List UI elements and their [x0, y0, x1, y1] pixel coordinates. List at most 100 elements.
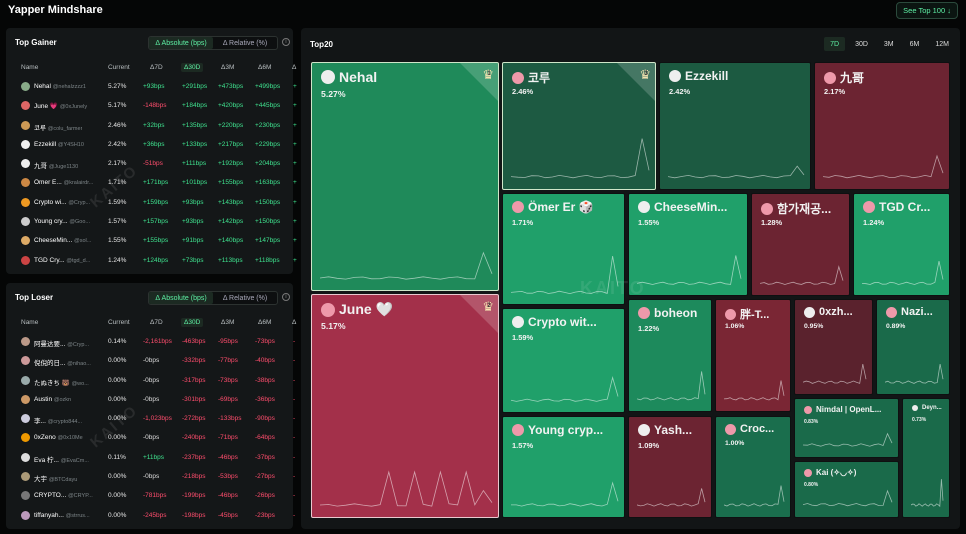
treemap-tile[interactable]: Deyn... 0.73%: [902, 398, 950, 518]
table-row[interactable]: 李... @crypto844... 0.00% -1,023bps -272bps -…: [15, 410, 297, 429]
table-row[interactable]: Ezzekill @Y4SH10 2.42% +36bps +133bps +217bp…: [15, 136, 297, 155]
table-row[interactable]: 九哥 @Juge1130 2.17% -51bps +111bps +192bps +20…: [15, 155, 297, 174]
avatar: [21, 82, 30, 91]
tab-7d[interactable]: 7D: [824, 37, 846, 51]
col-6m[interactable]: Δ6M: [258, 319, 271, 326]
delta-6m: +499bps: [255, 83, 281, 90]
avatar: [638, 424, 650, 436]
col-3m[interactable]: Δ3M: [221, 319, 234, 326]
col-7d[interactable]: Δ7D: [150, 319, 163, 326]
table-row[interactable]: たぬきち 🐻 @wo... 0.00% -0bps -317bps -73bps -38b…: [15, 372, 297, 391]
delta-3m: -73bps: [218, 376, 238, 384]
table-row[interactable]: 0xZeno @0x10Me 0.00% -0bps -240bps -71bps -64…: [15, 429, 297, 448]
relative-toggle-button[interactable]: Δ Relative (%): [213, 292, 277, 304]
crown-icon: ♛ 3: [639, 67, 651, 82]
delta-more: -: [293, 473, 296, 481]
treemap-tile[interactable]: CheeseMin... 1.55%: [628, 193, 748, 296]
avatar: [512, 316, 524, 328]
table-row[interactable]: Ömer E... @kralairdr... 1.71% +171bps +101b…: [15, 174, 297, 193]
sparkline: [911, 479, 944, 508]
delta-more: +: [293, 218, 297, 226]
tile-percent: 5.17%: [321, 321, 346, 331]
treemap-tile[interactable]: 胖-T... 1.06%: [715, 299, 791, 412]
treemap-tile[interactable]: Nimdal | OpenL... 0.83%: [794, 398, 899, 458]
delta-7d: +157bps: [143, 218, 169, 226]
col-6m[interactable]: Δ6M: [258, 64, 271, 71]
treemap-tile[interactable]: Nehal 5.27% ♛ 1: [311, 62, 499, 291]
absolute-toggle-button[interactable]: Δ Absolute (bps): [149, 37, 213, 49]
current-value: 0.00%: [108, 492, 127, 500]
treemap-tile[interactable]: 함가재공... 1.28%: [751, 193, 850, 296]
treemap-tile[interactable]: boheon 1.22%: [628, 299, 712, 412]
sparkline: [724, 380, 785, 401]
avatar: [21, 197, 30, 207]
col-current[interactable]: Current: [108, 64, 130, 71]
avatar: [21, 101, 30, 111]
col-name[interactable]: Name: [21, 64, 38, 71]
see-top-100-button[interactable]: See Top 100 ↓: [896, 2, 958, 19]
table-row[interactable]: Nehal @nehalzzzz1 5.27% +93bps +291bps +473b…: [15, 78, 297, 97]
tile-name: 함가재공...: [777, 202, 832, 216]
delta-6m: +118bps: [255, 256, 280, 264]
table-row[interactable]: TGD Cry... @tgd_d... 1.24% +124bps +73bps +1…: [15, 252, 297, 271]
delta-7d: -781bps: [143, 492, 167, 500]
table-row[interactable]: tiffanyah... @strrus... 0.00% -245bps -198b…: [15, 507, 297, 526]
treemap-tile[interactable]: June 🤍 5.17% ♛ 2: [311, 294, 499, 518]
treemap-tile[interactable]: Ezzekill 2.42%: [659, 62, 811, 190]
treemap-tile[interactable]: Yash... 1.09%: [628, 416, 712, 518]
table-row[interactable]: Young cry... @Goo... 1.57% +157bps +93bps +1…: [15, 213, 297, 232]
tile-percent: 2.46%: [512, 87, 534, 96]
table-row[interactable]: CRYPTO... @CRYP... 0.00% -781bps -199bps -46…: [15, 487, 297, 506]
delta-3m: +143bps: [218, 198, 244, 206]
col-7d[interactable]: Δ7D: [150, 64, 163, 71]
treemap-tile[interactable]: Croc... 1.00%: [715, 416, 791, 518]
table-row[interactable]: Austin @ozkn 0.00% -0bps -301bps -69bps -36bp…: [15, 391, 297, 410]
treemap-tile[interactable]: 0xzh... 0.95%: [794, 299, 873, 395]
col-more[interactable]: Δ: [292, 64, 296, 71]
delta-3m: +142bps: [218, 218, 244, 226]
col-more[interactable]: Δ: [292, 319, 296, 326]
table-row[interactable]: Eva 柠... @EvaCm... 0.11% +11bps -237bps -46b…: [15, 449, 297, 468]
tab-30d[interactable]: 30D: [849, 37, 874, 51]
tile-percent: 0.89%: [886, 323, 906, 330]
table-row[interactable]: 大宇 @BTCdayu 0.00% -0bps -218bps -53bps -27bps…: [15, 468, 297, 487]
col-current[interactable]: Current: [108, 319, 130, 326]
table-row[interactable]: June 💗 @0xJunely 5.17% -148bps +184bps +420b…: [15, 97, 297, 116]
treemap-tile[interactable]: Crypto wit... 1.59%: [502, 308, 625, 413]
delta-6m: -36bps: [255, 395, 275, 403]
col-3m[interactable]: Δ3M: [221, 64, 234, 71]
table-row[interactable]: 阿曼达要... @Cryp... 0.14% -2,161bps -463bps -95…: [15, 333, 297, 352]
tile-name: 0xzh...: [819, 306, 853, 318]
user-name: TGD Cry... @tgd_d...: [34, 256, 91, 264]
treemap-tile[interactable]: 九哥 2.17%: [814, 62, 950, 190]
tab-12m[interactable]: 12M: [929, 37, 955, 51]
table-row[interactable]: Crypto wi... @Cryp... 1.59% +159bps +93bps +…: [15, 194, 297, 213]
col-30d[interactable]: Δ30D: [181, 63, 204, 72]
treemap-tile[interactable]: Kai (✧◡✧) 0.80%: [794, 461, 899, 518]
info-icon[interactable]: i: [282, 293, 290, 301]
col-30d[interactable]: Δ30D: [181, 318, 204, 327]
tab-6m[interactable]: 6M: [904, 37, 926, 51]
col-name[interactable]: Name: [21, 319, 38, 326]
table-row[interactable]: CheeseMin... @sol... 1.55% +155bps +91bps +1…: [15, 232, 297, 251]
treemap-tile[interactable]: TGD Cr... 1.24%: [853, 193, 950, 296]
user-name: 코루 @colu_farmer: [34, 124, 83, 132]
avatar: [21, 491, 30, 501]
delta-more: +: [293, 121, 297, 129]
absolute-toggle-button[interactable]: Δ Absolute (bps): [149, 292, 213, 304]
table-row[interactable]: 倪倪的日... @nihao... 0.00% -0bps -332bps -77bps…: [15, 352, 297, 371]
info-icon[interactable]: i: [282, 38, 290, 46]
relative-toggle-button[interactable]: Δ Relative (%): [213, 37, 277, 49]
tab-3m[interactable]: 3M: [878, 37, 900, 51]
treemap-tile[interactable]: 코루 2.46% ♛ 3: [502, 62, 656, 190]
delta-30d: +135bps: [182, 121, 208, 129]
table-row[interactable]: 코루 @colu_farmer 2.46% +32bps +135bps +220bps…: [15, 117, 297, 136]
tile-name: Kai (✧◡✧): [816, 468, 857, 477]
avatar: [638, 307, 650, 319]
treemap-tile[interactable]: Young cryp... 1.57%: [502, 416, 625, 518]
delta-3m: +420bps: [218, 102, 244, 110]
avatar: [638, 201, 650, 213]
treemap-tile[interactable]: Nazi... 0.89%: [876, 299, 950, 395]
current-value: 0.00%: [108, 511, 127, 519]
gainer-table-body: Nehal @nehalzzzz1 5.27% +93bps +291bps +473b…: [15, 78, 297, 271]
